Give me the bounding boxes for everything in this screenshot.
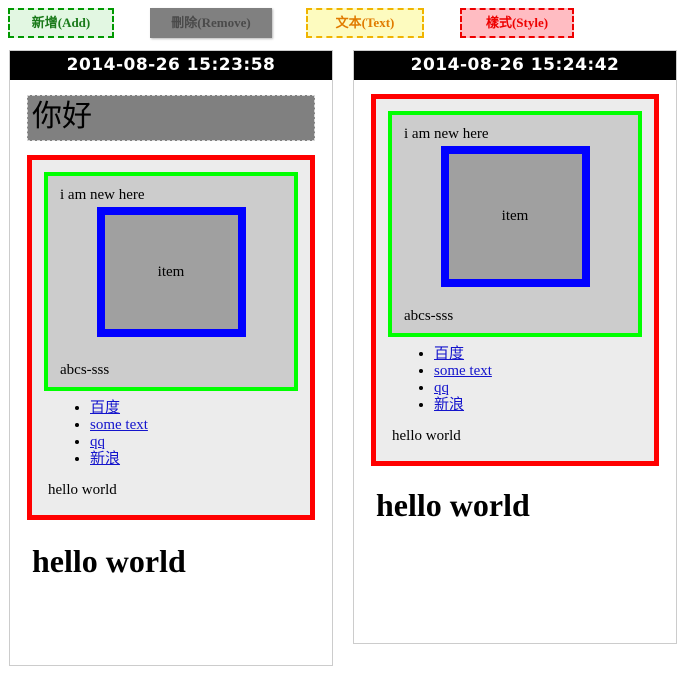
link-baidu-right[interactable]: 百度 xyxy=(434,346,464,362)
panel-timestamp-left: 2014-08-26 15:23:58 xyxy=(10,51,332,80)
page-heading-right: hello world xyxy=(376,486,530,523)
inner-paragraph-right: hello world xyxy=(392,427,461,444)
green-box-footer-left: abcs-sss xyxy=(60,362,110,378)
link-list-right: 百度 some text qq 新浪 xyxy=(388,346,642,414)
link-qq-right[interactable]: qq xyxy=(434,380,449,396)
list-item: qq xyxy=(90,434,298,451)
blue-box-left: item xyxy=(96,207,246,337)
inner-paragraph-left: hello world xyxy=(48,481,117,498)
list-item: some text xyxy=(434,363,642,380)
toolbar: 新增(Add) 刪除(Remove) 文本(Text) 樣式(Style) xyxy=(0,0,684,46)
green-box-label-left: i am new here xyxy=(60,187,145,203)
green-box-left: i am new here item abcs-sss xyxy=(44,172,298,391)
preview-panel-left: 2014-08-26 15:23:58 你好 i am new here ite… xyxy=(9,50,333,666)
list-item: 新浪 xyxy=(90,451,298,468)
text-button[interactable]: 文本(Text) xyxy=(306,8,424,38)
blue-box-wrap-right: item xyxy=(400,146,630,287)
red-box-right: i am new here item abcs-sss 百度 some text… xyxy=(371,94,659,466)
link-some-text-left[interactable]: some text xyxy=(90,417,148,433)
remove-button[interactable]: 刪除(Remove) xyxy=(150,8,272,38)
link-list-left: 百度 some text qq 新浪 xyxy=(44,400,298,468)
list-item: 百度 xyxy=(434,346,642,363)
panel-body-right: i am new here item abcs-sss 百度 some text… xyxy=(354,94,676,523)
green-box-right: i am new here item abcs-sss xyxy=(388,111,642,337)
blue-box-right: item xyxy=(440,146,590,287)
red-box-left: i am new here item abcs-sss 百度 some text… xyxy=(27,155,315,520)
link-some-text-right[interactable]: some text xyxy=(434,363,492,379)
greeting-block: 你好 xyxy=(27,95,315,141)
link-sina-left[interactable]: 新浪 xyxy=(90,451,120,467)
list-item: 百度 xyxy=(90,400,298,417)
list-item: some text xyxy=(90,417,298,434)
list-item: qq xyxy=(434,380,642,397)
green-box-footer-right: abcs-sss xyxy=(404,308,454,324)
style-button[interactable]: 樣式(Style) xyxy=(460,8,574,38)
add-button[interactable]: 新增(Add) xyxy=(8,8,114,38)
list-item: 新浪 xyxy=(434,397,642,414)
blue-box-wrap-left: item xyxy=(56,207,286,337)
preview-panel-right: 2014-08-26 15:24:42 i am new here item a… xyxy=(353,50,677,644)
link-qq-left[interactable]: qq xyxy=(90,434,105,450)
link-baidu-left[interactable]: 百度 xyxy=(90,400,120,416)
page-heading-left: hello world xyxy=(32,542,186,579)
green-box-label-right: i am new here xyxy=(404,126,489,142)
link-sina-right[interactable]: 新浪 xyxy=(434,397,464,413)
panel-body-left: 你好 i am new here item abcs-sss 百度 some t… xyxy=(10,95,332,579)
panel-timestamp-right: 2014-08-26 15:24:42 xyxy=(354,51,676,80)
